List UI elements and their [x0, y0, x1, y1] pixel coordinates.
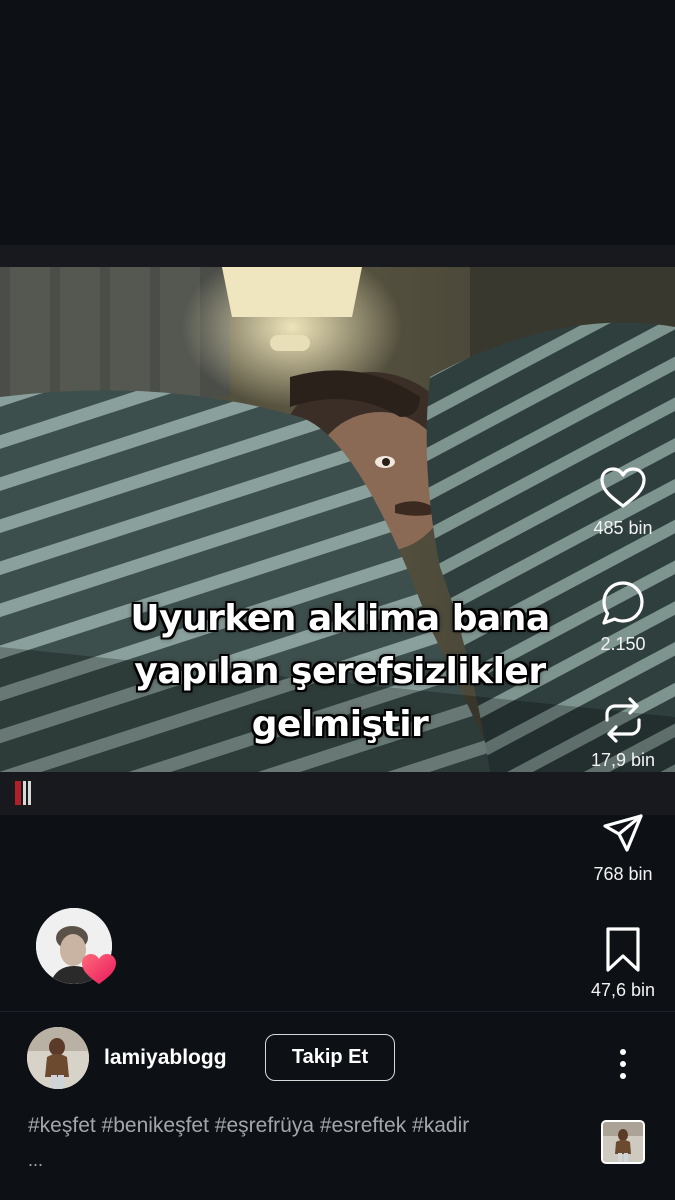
send-icon[interactable]: [582, 810, 664, 858]
caption-line: gelmiştir: [251, 704, 429, 745]
like-action[interactable]: 485 bin: [582, 464, 664, 539]
video-player[interactable]: Uyurken aklima bana yapılan şerefsizlikl…: [0, 267, 675, 772]
repost-icon[interactable]: [582, 696, 664, 744]
caption-line: yapılan şerefsizlikler: [134, 651, 546, 692]
heart-icon[interactable]: [582, 464, 664, 512]
share-count: 768 bin: [593, 864, 653, 884]
save-count: 47,6 bin: [590, 980, 656, 1000]
comment-count: 2.150: [600, 634, 646, 654]
author-username[interactable]: lamiyablogg: [104, 1046, 227, 1070]
save-action[interactable]: 47,6 bin: [582, 926, 664, 1001]
comment-icon[interactable]: [582, 580, 664, 628]
audio-thumbnail[interactable]: [601, 1120, 645, 1164]
more-vertical-icon[interactable]: [608, 1044, 638, 1084]
caption-line: Uyurken aklima bana: [130, 598, 550, 639]
comment-action[interactable]: 2.150: [582, 580, 664, 655]
share-action[interactable]: 768 bin: [582, 810, 664, 885]
heart-badge-icon: [82, 954, 116, 984]
description-more[interactable]: ...: [28, 1150, 43, 1171]
reel-viewer: Uyurken aklima bana yapılan şerefsizlikl…: [0, 0, 675, 1200]
like-count: 485 bin: [593, 518, 653, 538]
bookmark-icon[interactable]: [582, 926, 664, 974]
divider: [0, 1011, 675, 1012]
channel-watermark-logo: [12, 778, 34, 808]
author-avatar[interactable]: [27, 1027, 89, 1089]
repost-action[interactable]: 17,9 bin: [582, 696, 664, 771]
follow-button[interactable]: Takip Et: [265, 1034, 395, 1081]
post-hashtags[interactable]: #keşfet #benikeşfet #eşrefrüya #esreftek…: [28, 1114, 588, 1138]
video-caption: Uyurken aklima bana yapılan şerefsizlikl…: [60, 592, 620, 751]
repost-count: 17,9 bin: [590, 750, 656, 770]
